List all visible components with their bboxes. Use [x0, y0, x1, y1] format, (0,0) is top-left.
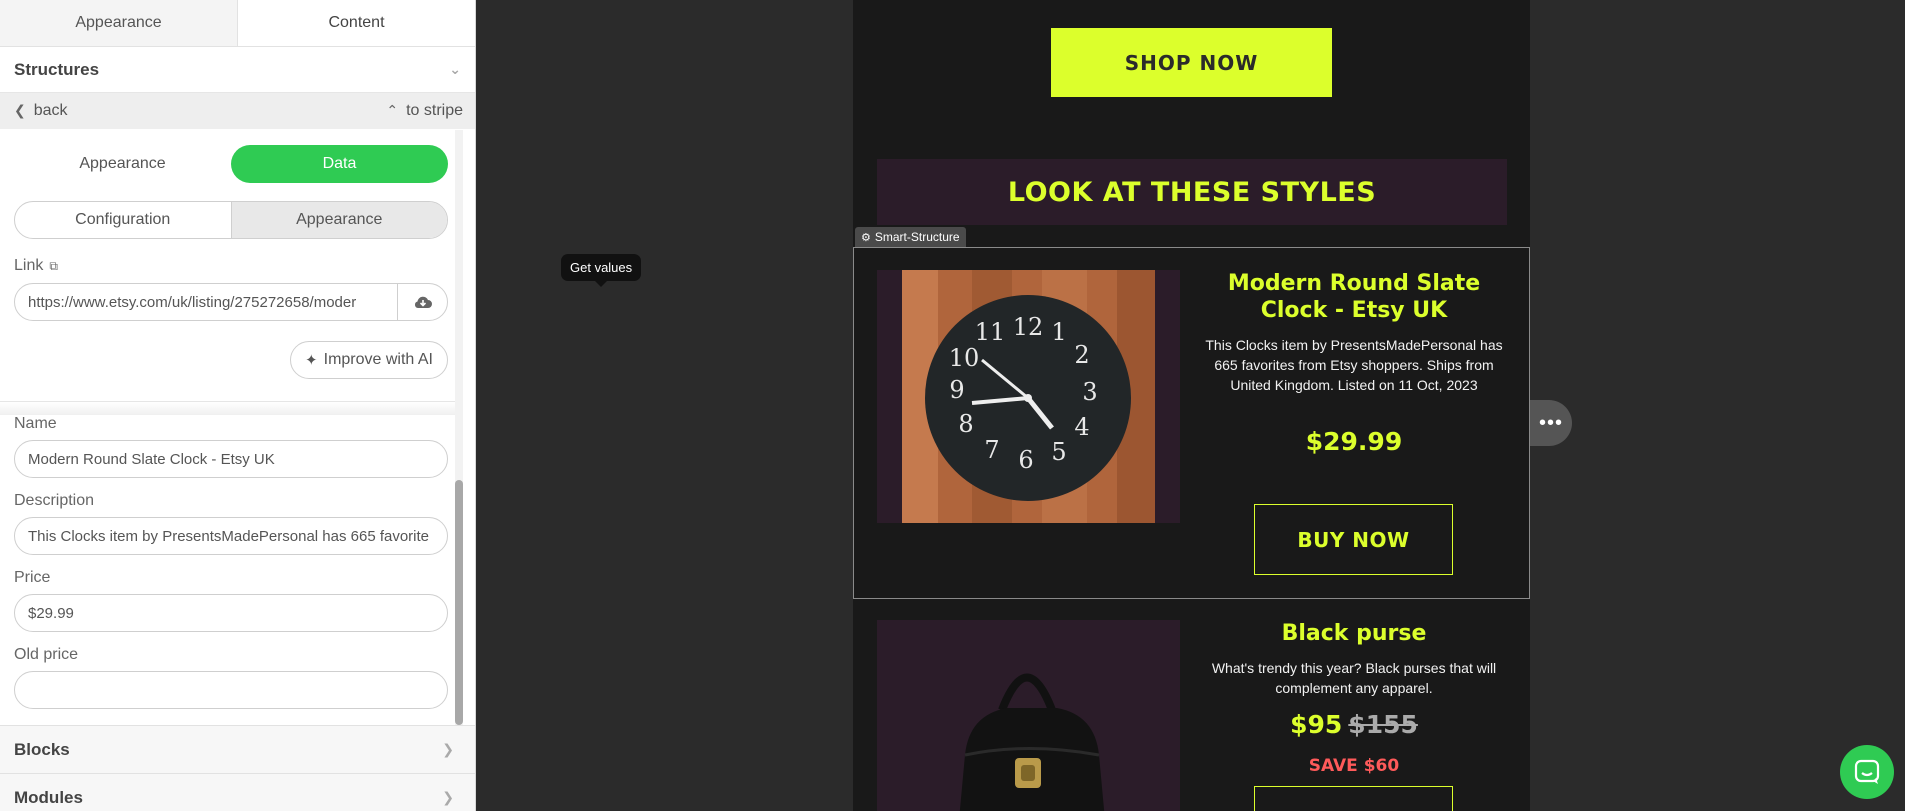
gear-icon: ⚙ — [861, 231, 871, 244]
tab-appearance[interactable]: Appearance — [0, 0, 238, 46]
product-image-frame — [877, 620, 1180, 811]
modules-label: Modules — [14, 787, 83, 807]
panel-tabs: Appearance Content — [0, 0, 475, 47]
smart-structure-tag[interactable]: ⚙ Smart-Structure — [855, 227, 966, 247]
chat-bubble-icon — [1854, 759, 1880, 784]
link-label: Link — [14, 257, 44, 274]
modules-section[interactable]: Modules ❯ — [0, 773, 475, 811]
svg-text:5: 5 — [1051, 438, 1066, 466]
svg-text:2: 2 — [1074, 341, 1089, 369]
improve-with-ai-button[interactable]: ✦ Improve with AI — [290, 341, 448, 379]
buy-now-button-2[interactable] — [1254, 786, 1453, 811]
price-label: Price — [14, 569, 51, 586]
clock-image[interactable]: 12 12 345 678 91011 — [902, 270, 1155, 523]
mode-appearance-button[interactable]: Appearance — [14, 145, 231, 183]
product-image-frame: 12 1 2 345 678 9 10 11 — [877, 270, 1180, 523]
product-title-2: Black purse — [1281, 621, 1427, 646]
product-description: This Clocks item by PresentsMadePersonal… — [1205, 337, 1503, 393]
more-options-icon[interactable]: ••• — [1530, 400, 1572, 446]
to-stripe-button[interactable]: ⌃ to stripe — [386, 102, 463, 120]
back-button[interactable]: ❮ back — [14, 102, 68, 120]
name-label: Name — [14, 415, 57, 432]
mode-switch: Appearance Data — [14, 145, 448, 183]
email-preview: SHOP NOW LOOK AT THESE STYLES ⚙ Smart-St… — [853, 0, 1530, 811]
structure-nav-bar: ❮ back ⌃ to stripe — [0, 93, 475, 129]
smart-structure-label: Smart-Structure — [874, 230, 960, 244]
appearance-sub-tab[interactable]: Appearance — [230, 202, 447, 238]
ai-row: ✦ Improve with AI — [0, 341, 448, 379]
description-input[interactable]: This Clocks item by PresentsMadePersonal… — [14, 517, 448, 555]
configuration-tab[interactable]: Configuration — [15, 202, 231, 238]
product-title: Modern Round Slate Clock - Etsy UK — [1227, 271, 1481, 323]
svg-text:12: 12 — [1013, 313, 1044, 341]
tab-content[interactable]: Content — [238, 0, 475, 46]
name-input[interactable]: Modern Round Slate Clock - Etsy UK — [14, 440, 448, 478]
chevron-up-icon: ⌃ — [386, 102, 399, 118]
improve-with-ai-label: Improve with AI — [323, 351, 433, 368]
chevron-left-icon: ❮ — [14, 102, 26, 118]
get-values-button[interactable] — [397, 284, 447, 320]
svg-text:1: 1 — [1051, 318, 1066, 346]
link-input[interactable]: https://www.etsy.com/uk/listing/27527265… — [15, 284, 397, 320]
product-price-2: $95 — [1290, 710, 1343, 739]
product-old-price: $155 — [1348, 710, 1418, 739]
buy-now-button[interactable]: BUY NOW — [1254, 504, 1453, 575]
sub-tab-switch: Configuration Appearance — [14, 201, 448, 239]
black-purse-image[interactable] — [877, 620, 1180, 811]
section-divider — [0, 401, 462, 415]
old-price-label: Old price — [14, 646, 79, 663]
description-label: Description — [14, 492, 95, 509]
svg-text:7: 7 — [984, 436, 999, 464]
chat-icon[interactable] — [1840, 745, 1894, 799]
back-label: back — [33, 102, 68, 119]
product-price: $29.99 — [1305, 427, 1403, 456]
save-amount: SAVE $60 — [1308, 756, 1400, 776]
mode-data-button[interactable]: Data — [231, 145, 448, 183]
structures-label: Structures — [14, 59, 100, 79]
styles-banner: LOOK AT THESE STYLES — [877, 159, 1507, 225]
panel-scroll-area: Appearance Data Configuration Appearance… — [0, 130, 462, 725]
copy-icon[interactable]: ⧉ — [49, 259, 58, 274]
svg-text:6: 6 — [1018, 446, 1033, 474]
price-input[interactable]: $29.99 — [14, 594, 448, 632]
panel-scrollbar[interactable] — [455, 130, 463, 725]
chevron-right-icon: ❯ — [442, 789, 454, 805]
structures-section[interactable]: Structures ⌄ — [0, 47, 475, 93]
magic-wand-icon: ✦ — [305, 352, 318, 369]
svg-text:11: 11 — [975, 318, 1006, 346]
settings-panel: Appearance Content Structures ⌄ ❮ back ⌃ t… — [0, 0, 476, 811]
svg-text:3: 3 — [1082, 378, 1097, 406]
chevron-down-icon: ⌄ — [449, 61, 461, 77]
link-field: https://www.etsy.com/uk/listing/27527265… — [14, 283, 448, 321]
blocks-label: Blocks — [14, 739, 70, 759]
link-label-row: Link ⧉ — [14, 257, 448, 275]
product-description-2: What's trendy this year? Black purses th… — [1211, 660, 1497, 696]
scrollbar-thumb[interactable] — [455, 480, 463, 725]
product-price-row: $95 $155 — [1204, 710, 1504, 739]
svg-text:4: 4 — [1074, 413, 1089, 441]
get-values-tooltip: Get values — [561, 254, 642, 287]
shop-now-button[interactable]: SHOP NOW — [1051, 28, 1332, 97]
svg-text:10: 10 — [949, 344, 980, 372]
cloud-download-icon — [414, 296, 432, 308]
to-stripe-label: to stripe — [406, 102, 463, 119]
svg-text:8: 8 — [958, 410, 973, 438]
blocks-section[interactable]: Blocks ❯ — [0, 725, 475, 773]
chevron-right-icon: ❯ — [442, 741, 454, 757]
old-price-input[interactable] — [14, 671, 448, 709]
svg-text:9: 9 — [949, 376, 964, 404]
